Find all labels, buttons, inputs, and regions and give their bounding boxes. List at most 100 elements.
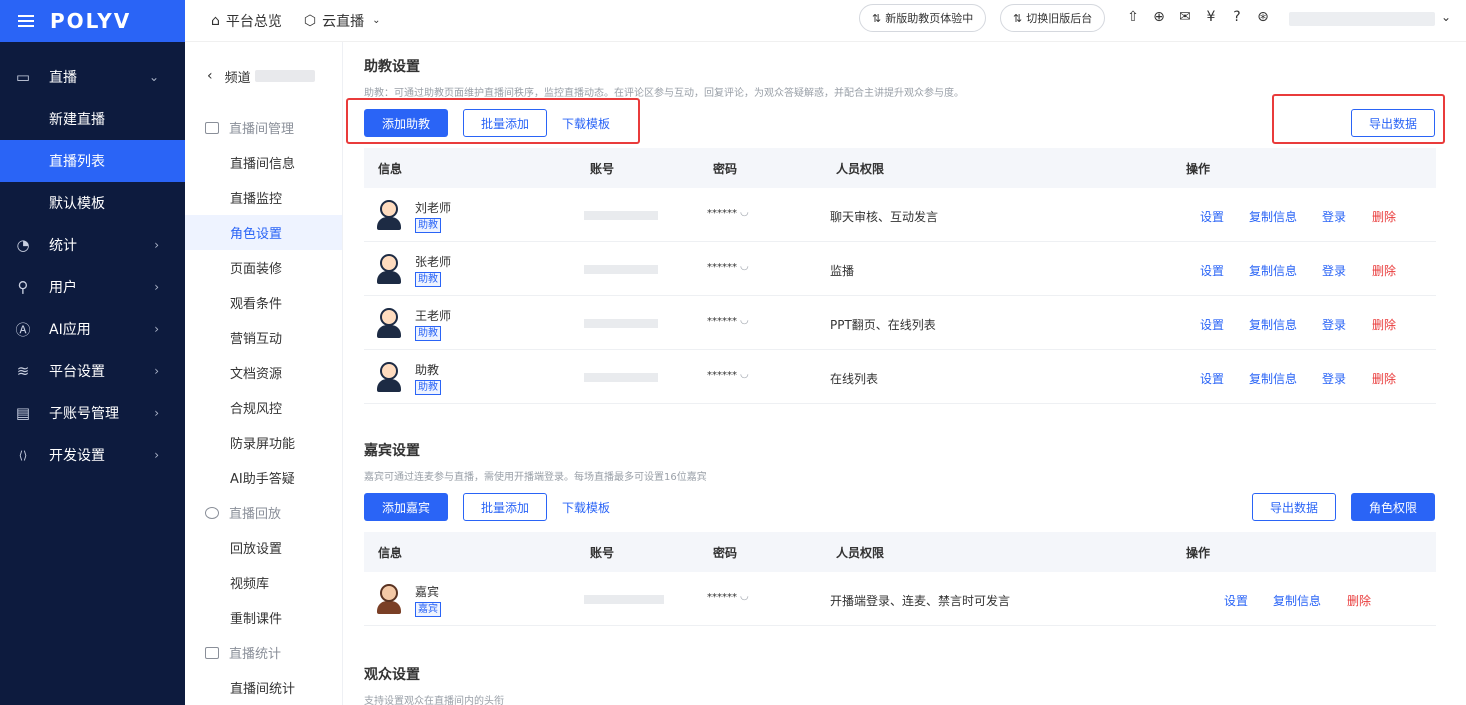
settings-link[interactable]: 设置: [1200, 262, 1224, 279]
back-to-channel[interactable]: ‹ 频道: [185, 42, 342, 110]
account-redacted: [584, 319, 658, 328]
export-data-button[interactable]: 导出数据: [1351, 109, 1435, 137]
permission-text: 开播端登录、连麦、禁言时可发言: [830, 594, 1011, 608]
eye-closed-icon[interactable]: ◡: [740, 315, 749, 326]
left-nav: POLYV ▭ 直播 ⌄ 新建直播 直播列表 默认模板 ◔ 统计 › ⚲ 用户 …: [0, 0, 185, 705]
col-permission: 人员权限: [836, 545, 885, 560]
menu-icon[interactable]: [18, 15, 34, 27]
upload-icon[interactable]: ⇧: [1120, 9, 1146, 25]
chevron-down-icon: ⌄: [148, 70, 159, 84]
sub-room-info[interactable]: 直播间信息: [185, 145, 342, 180]
delete-link[interactable]: 删除: [1347, 592, 1371, 609]
chevron-right-icon: ›: [154, 364, 159, 378]
yen-icon[interactable]: ¥: [1198, 9, 1224, 25]
sub-marketing[interactable]: 营销互动: [185, 320, 342, 355]
add-guest-button[interactable]: 添加嘉宾: [364, 493, 448, 521]
delete-link[interactable]: 删除: [1372, 316, 1396, 333]
nav-stats[interactable]: ◔ 统计 ›: [0, 224, 185, 266]
col-info: 信息: [378, 161, 403, 176]
settings-link[interactable]: 设置: [1200, 316, 1224, 333]
cloud-live-label: 云直播: [322, 13, 365, 30]
sub-ai-assistant[interactable]: AI助手答疑: [185, 460, 342, 495]
help-icon[interactable]: ?: [1224, 9, 1250, 25]
cloud-live-link[interactable]: ⬡ 云直播 ⌄: [304, 11, 387, 31]
sub-room-stats[interactable]: 直播间统计: [185, 670, 342, 705]
nav-live-list[interactable]: 直播列表: [0, 140, 185, 182]
globe-icon[interactable]: ⊛: [1250, 9, 1276, 25]
copy-info-link[interactable]: 复制信息: [1249, 316, 1297, 333]
pill-label: 新版助教页体验中: [885, 12, 974, 25]
switch-icon: ⇅: [1013, 11, 1023, 25]
sub-watch-conditions[interactable]: 观看条件: [185, 285, 342, 320]
nav-label: 开发设置: [49, 448, 105, 464]
eye-closed-icon[interactable]: ◡: [740, 369, 749, 380]
nav-ai[interactable]: Ⓐ AI应用 ›: [0, 308, 185, 350]
sub-anti-recording[interactable]: 防录屏功能: [185, 425, 342, 460]
download-icon[interactable]: ⊕: [1146, 9, 1172, 25]
settings-link[interactable]: 设置: [1224, 592, 1248, 609]
col-ops: 操作: [1186, 545, 1211, 560]
copy-info-link[interactable]: 复制信息: [1273, 592, 1321, 609]
avatar: [376, 308, 402, 338]
batch-add-guest-button[interactable]: 批量添加: [463, 493, 547, 521]
switch-old-backend-pill[interactable]: ⇅ 切换旧版后台: [1000, 4, 1106, 32]
settings-link[interactable]: 设置: [1200, 208, 1224, 225]
assistant-desc: 助教：可通过助教页面维护直播间秩序，监控直播动态。在评论区参与互动，回复评论，为…: [364, 88, 964, 99]
password-mask: ******: [707, 592, 737, 603]
download-guest-template-link[interactable]: 下载模板: [554, 493, 618, 521]
eye-closed-icon[interactable]: ◡: [740, 261, 749, 272]
settings-link[interactable]: 设置: [1200, 370, 1224, 387]
copy-info-link[interactable]: 复制信息: [1249, 208, 1297, 225]
nav-dev-settings[interactable]: ⟨⟩ 开发设置 ›: [0, 434, 185, 476]
export-guest-data-button[interactable]: 导出数据: [1252, 493, 1336, 521]
chevron-down-icon[interactable]: ⌄: [1441, 10, 1451, 24]
account-icon: ▤: [15, 404, 31, 422]
permission-text: 在线列表: [830, 372, 879, 386]
top-icons: ⇧ ⊕ ✉ ¥ ? ⊛: [1120, 9, 1276, 25]
nav-new-live[interactable]: 新建直播: [0, 98, 185, 140]
sub-role-settings[interactable]: 角色设置: [185, 215, 342, 250]
nav-live[interactable]: ▭ 直播 ⌄: [0, 56, 185, 98]
audience-title: 观众设置: [364, 667, 420, 683]
account-redacted: [584, 373, 658, 382]
sub-compliance[interactable]: 合规风控: [185, 390, 342, 425]
sub-documents[interactable]: 文档资源: [185, 355, 342, 390]
sub-rebuild-courseware[interactable]: 重制课件: [185, 600, 342, 635]
eye-closed-icon[interactable]: ◡: [740, 591, 749, 602]
eye-closed-icon[interactable]: ◡: [740, 207, 749, 218]
copy-info-link[interactable]: 复制信息: [1249, 370, 1297, 387]
login-link[interactable]: 登录: [1322, 262, 1346, 279]
role-badge: 助教: [415, 272, 441, 287]
copy-info-link[interactable]: 复制信息: [1249, 262, 1297, 279]
nav-sub-accounts[interactable]: ▤ 子账号管理 ›: [0, 392, 185, 434]
delete-link[interactable]: 删除: [1372, 208, 1396, 225]
stats-icon: ◔: [16, 236, 30, 254]
nav-platform-settings[interactable]: ≋ 平台设置 ›: [0, 350, 185, 392]
new-assistant-page-pill[interactable]: ⇅ 新版助教页体验中: [859, 4, 987, 32]
group-label: 直播统计: [229, 647, 282, 662]
mail-icon[interactable]: ✉: [1172, 9, 1198, 25]
delete-link[interactable]: 删除: [1372, 262, 1396, 279]
user-name-redacted[interactable]: [1289, 12, 1435, 26]
top-bar: ⌂ 平台总览 ⬡ 云直播 ⌄ ⇅ 新版助教页体验中 ⇅ 切换旧版后台 ⇧ ⊕ ✉…: [185, 0, 1466, 42]
sub-playback-settings[interactable]: 回放设置: [185, 530, 342, 565]
add-assistant-button[interactable]: 添加助教: [364, 109, 448, 137]
login-link[interactable]: 登录: [1322, 208, 1346, 225]
batch-add-button[interactable]: 批量添加: [463, 109, 547, 137]
role-permission-button[interactable]: 角色权限: [1351, 493, 1435, 521]
role-badge: 嘉宾: [415, 602, 441, 617]
avatar: [376, 362, 402, 392]
user-name: 刘老师: [415, 201, 452, 215]
delete-link[interactable]: 删除: [1372, 370, 1396, 387]
login-link[interactable]: 登录: [1322, 316, 1346, 333]
sub-live-monitor[interactable]: 直播监控: [185, 180, 342, 215]
nav-default-template[interactable]: 默认模板: [0, 182, 185, 224]
platform-overview-link[interactable]: ⌂ 平台总览: [211, 11, 282, 31]
table-row: 张老师 助教 ****** ◡ 监播 设置 复制信息 登录 删除: [364, 242, 1436, 296]
sub-page-decoration[interactable]: 页面装修: [185, 250, 342, 285]
download-template-link[interactable]: 下载模板: [554, 109, 618, 137]
sub-video-library[interactable]: 视频库: [185, 565, 342, 600]
permission-text: PPT翻页、在线列表: [830, 318, 936, 332]
login-link[interactable]: 登录: [1322, 370, 1346, 387]
nav-user[interactable]: ⚲ 用户 ›: [0, 266, 185, 308]
